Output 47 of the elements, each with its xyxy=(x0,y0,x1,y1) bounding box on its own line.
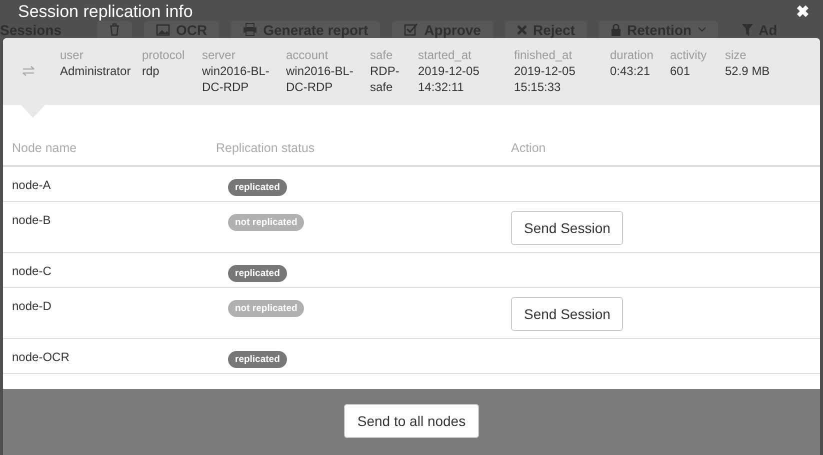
field-value: 0:43:21 xyxy=(610,63,652,79)
node-name: node-C xyxy=(11,264,52,278)
field-value: RDP-safe xyxy=(370,63,400,95)
field-label: activity xyxy=(670,47,708,63)
node-name: node-OCR xyxy=(11,350,70,364)
send-session-button[interactable]: Send Session xyxy=(511,297,624,331)
checkbox-icon xyxy=(404,23,418,36)
close-icon xyxy=(516,24,527,34)
swap-arrows-icon xyxy=(22,66,35,76)
field-label: server xyxy=(202,47,236,63)
column-header: Replication status xyxy=(216,141,316,155)
trash-icon xyxy=(109,23,120,36)
send-session-button[interactable]: Send Session xyxy=(511,211,624,245)
dialog-title: Session replication info xyxy=(18,2,193,22)
node-name: node-D xyxy=(11,299,52,313)
field-label: protocol xyxy=(142,47,186,63)
node-name: node-B xyxy=(11,213,52,227)
toolbar-button[interactable] xyxy=(97,21,132,38)
field-value: win2016-BL-DC-RDP xyxy=(286,63,354,95)
field-value: rdp xyxy=(142,63,160,79)
field-value: 2019-12-05 15:15:33 xyxy=(514,63,576,95)
status-badge: not replicated xyxy=(228,214,304,231)
status-badge: not replicated xyxy=(228,300,304,317)
send-all-button[interactable]: Send to all nodes xyxy=(344,404,479,438)
field-value: 601 xyxy=(670,63,692,79)
field-label: user xyxy=(60,47,84,63)
filter-icon xyxy=(742,24,753,36)
lock-icon xyxy=(611,23,621,36)
image-icon xyxy=(156,24,170,36)
field-label: account xyxy=(286,47,330,63)
status-badge: replicated xyxy=(228,265,287,282)
close-button[interactable]: ✖ xyxy=(796,2,809,22)
field-value: 52.9 MB xyxy=(725,63,771,79)
field-label: size xyxy=(725,47,748,63)
column-header: Node name xyxy=(11,141,78,155)
printer-icon xyxy=(243,23,258,36)
node-name: node-A xyxy=(11,178,52,192)
status-badge: replicated xyxy=(228,179,287,196)
status-badge: replicated xyxy=(228,351,287,368)
field-label: started_at xyxy=(418,47,472,63)
column-header: Action xyxy=(511,141,546,155)
field-label: finished_at xyxy=(514,47,574,63)
field-value: win2016-BL-DC-RDP xyxy=(202,63,270,95)
field-value: 2019-12-05 14:32:11 xyxy=(418,63,480,95)
field-value: Administrator xyxy=(60,63,132,79)
field-label: duration xyxy=(610,47,654,63)
field-label: safe xyxy=(370,47,394,63)
